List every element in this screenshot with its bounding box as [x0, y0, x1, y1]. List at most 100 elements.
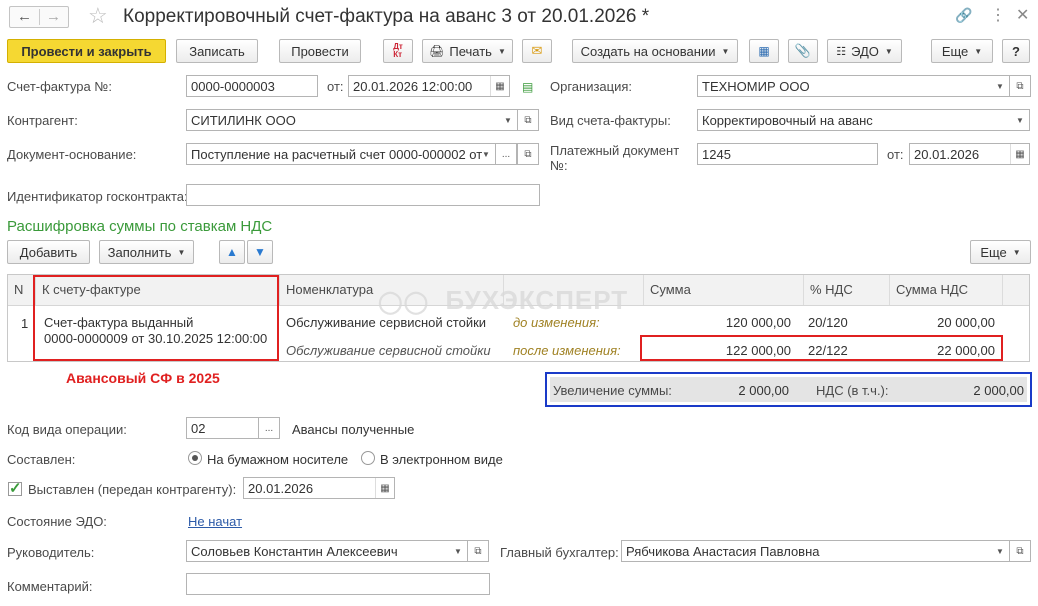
post-button[interactable]: Провести — [279, 39, 361, 63]
arrow-right-icon[interactable]: → — [46, 8, 61, 25]
invoice-ref-highlight — [33, 275, 279, 361]
row-state-after: после изменения: — [513, 343, 621, 358]
attach-button[interactable]: 📎 — [788, 39, 818, 63]
print-button[interactable]: 🖨 Печать ▼ — [422, 39, 513, 63]
link-icon[interactable]: 🔗 — [955, 7, 972, 24]
date-field[interactable]: 20.01.2026 12:00:00 ▦ — [348, 75, 510, 97]
chevron-down-icon[interactable]: ▼ — [991, 76, 1009, 96]
comment-field[interactable] — [186, 573, 490, 595]
increase-label: Увеличение суммы: — [553, 383, 672, 398]
op-code-label: Код вида операции: — [7, 422, 127, 437]
paperclip-icon: 📎 — [794, 43, 812, 58]
paper-radio-label[interactable]: На бумажном носителе — [207, 452, 348, 467]
issued-date-field[interactable]: 20.01.2026 ▦ — [243, 477, 395, 499]
open-window-icon: ⧉ — [474, 545, 482, 557]
chevron-down-icon[interactable]: ▼ — [1011, 110, 1029, 130]
paper-radio[interactable] — [188, 451, 202, 465]
payment-doc-field[interactable]: 1245 — [697, 143, 878, 165]
chevron-down-icon: ▼ — [177, 247, 186, 257]
hierarchy-icon: ▦ — [758, 44, 770, 58]
calendar-icon[interactable]: ▦ — [1010, 144, 1029, 164]
edo-state-link[interactable]: Не начат — [188, 514, 242, 529]
col-sum: Сумма — [644, 275, 804, 305]
select-op-code-button[interactable]: ... — [258, 417, 280, 439]
op-code-field[interactable]: 02 — [186, 417, 259, 439]
invoice-type-field[interactable]: Корректировочный на аванс ▼ — [697, 109, 1030, 131]
move-down-button[interactable]: ▼ — [247, 240, 273, 264]
edo-icon: ☷ — [836, 45, 847, 58]
head-label: Руководитель: — [7, 545, 95, 560]
totals-box: Увеличение суммы: 2 000,00 НДС (в т.ч.):… — [545, 372, 1032, 407]
status-green-icon: ▤ — [522, 80, 534, 94]
issued-checkbox[interactable]: ✓ — [8, 480, 22, 497]
star-icon[interactable]: ☆ — [88, 3, 108, 29]
row-item-before: Обслуживание сервисной стойки — [286, 315, 487, 330]
move-up-button[interactable]: ▲ — [219, 240, 245, 264]
chevron-down-icon[interactable]: ▼ — [477, 144, 495, 164]
after-values-highlight — [640, 335, 1003, 361]
envelope-icon: ✉ — [531, 43, 543, 58]
printer-icon: 🖨 — [429, 44, 445, 58]
back-button[interactable]: ← → — [9, 6, 69, 28]
organization-field[interactable]: ТЕХНОМИР ООО ▼ — [697, 75, 1010, 97]
chevron-down-icon[interactable]: ▼ — [499, 110, 517, 130]
email-button[interactable]: ✉ — [522, 39, 552, 63]
open-chief-accountant-button[interactable]: ⧉ — [1009, 540, 1031, 562]
dtkt-button[interactable]: Дт Кт — [383, 39, 413, 63]
chief-accountant-label: Главный бухгалтер: — [500, 545, 619, 560]
fill-button[interactable]: Заполнить ▼ — [99, 240, 194, 264]
chevron-down-icon: ▼ — [497, 46, 506, 56]
gov-contract-label: Идентификатор госконтракта: — [7, 189, 188, 204]
checkmark-icon: ✓ — [9, 480, 22, 497]
chevron-down-icon[interactable]: ▼ — [991, 541, 1009, 561]
save-button[interactable]: Записать — [176, 39, 258, 63]
chevron-down-icon: ▼ — [721, 46, 730, 56]
date-from-label: от: — [327, 79, 344, 94]
calendar-icon[interactable]: ▦ — [490, 76, 509, 96]
counterparty-field[interactable]: СИТИЛИНК ООО ▼ — [186, 109, 518, 131]
invoice-no-field[interactable]: 0000-0000003 — [186, 75, 318, 97]
open-counterparty-button[interactable]: ⧉ — [517, 109, 539, 131]
row-state-before: до изменения: — [513, 315, 600, 330]
organization-label: Организация: — [550, 79, 633, 94]
composed-label: Составлен: — [7, 452, 76, 467]
edo-button[interactable]: ☷ ЭДО ▼ — [827, 39, 902, 63]
title-bar: ← → ☆ Корректировочный счет-фактура на а… — [0, 0, 1038, 34]
menu-dots-icon[interactable]: ⋮ — [990, 5, 1006, 25]
col-rate: % НДС — [804, 275, 890, 305]
post-and-close-button[interactable]: Провести и закрыть — [7, 39, 166, 63]
basis-doc-field[interactable]: Поступление на расчетный счет 0000-00000… — [186, 143, 496, 165]
close-icon[interactable]: ✕ — [1016, 5, 1029, 25]
create-based-on-button[interactable]: Создать на основании ▼ — [572, 39, 738, 63]
chevron-down-icon[interactable]: ▼ — [449, 541, 467, 561]
invoice-no-label: Счет-фактура №: — [7, 79, 112, 94]
chevron-down-icon: ▼ — [884, 46, 893, 56]
edo-state-label: Состояние ЭДО: — [7, 514, 107, 529]
open-basis-button[interactable]: ⧉ — [517, 143, 539, 165]
payment-date-field[interactable]: 20.01.2026 ▦ — [909, 143, 1030, 165]
more-button[interactable]: Еще ▼ — [931, 39, 993, 63]
structure-button[interactable]: ▦ — [749, 39, 779, 63]
increase-value: 2 000,00 — [738, 383, 789, 398]
gov-contract-field[interactable] — [186, 184, 540, 206]
electronic-radio[interactable] — [361, 451, 375, 465]
calendar-icon[interactable]: ▦ — [375, 478, 394, 498]
table-more-button[interactable]: Еще ▼ — [970, 240, 1031, 264]
open-head-button[interactable]: ⧉ — [467, 540, 489, 562]
add-row-button[interactable]: Добавить — [7, 240, 90, 264]
ellipsis-icon: ... — [264, 422, 274, 434]
arrow-down-icon: ▼ — [254, 245, 266, 259]
op-code-description: Авансы полученные — [292, 422, 415, 437]
electronic-radio-label[interactable]: В электронном виде — [380, 452, 503, 467]
open-organization-button[interactable]: ⧉ — [1009, 75, 1031, 97]
chief-accountant-field[interactable]: Рябчикова Анастасия Павловна ▼ — [621, 540, 1010, 562]
annotation-text: Авансовый СФ в 2025 — [66, 370, 220, 386]
row-sum-before: 120 000,00 — [725, 315, 791, 330]
help-button[interactable]: ? — [1002, 39, 1030, 63]
payment-doc-label: Платежный документ №: — [550, 143, 680, 173]
col-vat: Сумма НДС — [890, 275, 1003, 305]
chevron-down-icon: ▼ — [1012, 247, 1021, 257]
select-basis-button[interactable]: ... — [495, 143, 517, 165]
open-window-icon: ⧉ — [1016, 545, 1024, 557]
head-field[interactable]: Соловьев Константин Алексеевич ▼ — [186, 540, 468, 562]
